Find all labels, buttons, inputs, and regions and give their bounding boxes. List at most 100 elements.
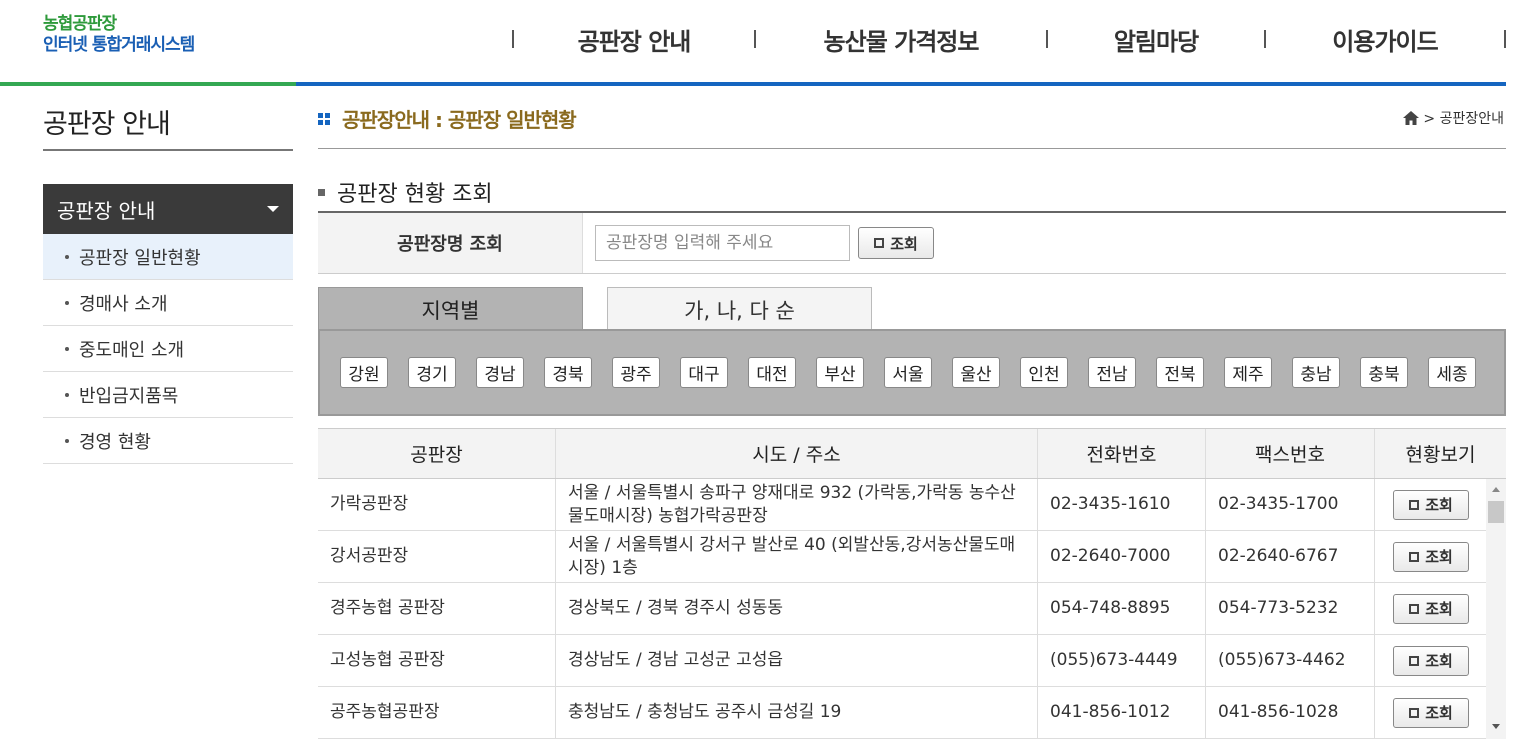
region-button[interactable]: 경남 [476, 357, 524, 388]
view-button[interactable]: 조회 [1393, 541, 1469, 572]
header-bar-green [0, 82, 296, 86]
nav-item-guide[interactable]: 이용가이드 [1266, 22, 1504, 57]
table-row: 고성농협 공판장 경상남도 / 경남 고성군 고성읍 (055)673-4449… [318, 635, 1506, 687]
search-button[interactable]: 조회 [858, 227, 934, 259]
search-button-icon [874, 238, 885, 248]
region-button[interactable]: 강원 [340, 357, 388, 388]
search-box: 공판장명 조회 조회 [318, 211, 1506, 274]
sidebar-item-auctioneer[interactable]: 경매사 소개 [43, 280, 293, 326]
sidebar-title: 공판장 안내 [43, 109, 171, 140]
region-button[interactable]: 대전 [748, 357, 796, 388]
bullet-icon [65, 392, 69, 397]
sidebar-item-label: 반입금지품목 [79, 385, 179, 407]
view-button[interactable]: 조회 [1393, 697, 1469, 728]
cell-phone: 02-2640-7000 [1038, 531, 1206, 582]
nav-item-notice[interactable]: 알림마당 [1048, 22, 1264, 57]
region-filter: 강원 경기 경남 경북 광주 대구 대전 부산 서울 울산 인천 전남 전북 제… [318, 329, 1506, 416]
cell-fax: 02-2640-6767 [1206, 531, 1375, 582]
content-divider [318, 148, 1506, 149]
cell-phone: 041-856-1012 [1038, 687, 1206, 738]
cell-fax: 054-773-5232 [1206, 583, 1375, 634]
region-button[interactable]: 서울 [884, 357, 932, 388]
col-header-address: 시도 / 주소 [556, 429, 1038, 478]
breadcrumb-current[interactable]: > 공판장안내 [1423, 108, 1504, 128]
section-title: 공판장 현황 조회 [318, 176, 493, 208]
view-button-icon [1409, 499, 1420, 510]
page-title: 공판장안내 : 공판장 일반현황 [318, 104, 577, 133]
search-label: 공판장명 조회 [318, 213, 583, 273]
sidebar-item-general-status[interactable]: 공판장 일반현황 [43, 234, 293, 280]
search-input[interactable] [595, 225, 850, 261]
table-row: 강서공판장 서울 / 서울특별시 강서구 발산로 40 (외발산동,강서농산물도… [318, 531, 1506, 583]
cell-address: 서울 / 서울특별시 송파구 양재대로 932 (가락동,가락동 농수산물도매시… [556, 479, 1038, 530]
section-bullet-icon [318, 188, 325, 196]
home-icon[interactable] [1403, 111, 1420, 125]
scroll-up-icon[interactable] [1492, 487, 1500, 492]
sidebar-item-label: 공판장 일반현황 [79, 247, 201, 269]
scroll-down-icon[interactable] [1492, 724, 1500, 729]
sidebar-title-divider [43, 149, 293, 151]
cell-address: 서울 / 서울특별시 강서구 발산로 40 (외발산동,강서농산물도매시장) 1… [556, 531, 1038, 582]
sidebar-item-label: 경영 현황 [79, 431, 151, 453]
table-row: 경주농협 공판장 경상북도 / 경북 경주시 성동동 054-748-8895 … [318, 583, 1506, 635]
sidebar-item-management[interactable]: 경영 현황 [43, 418, 293, 464]
nav-divider [1504, 30, 1506, 48]
cell-market: 경주농협 공판장 [318, 583, 556, 634]
table-scrollbar[interactable] [1486, 479, 1506, 739]
region-button[interactable]: 경기 [408, 357, 456, 388]
bullet-icon [65, 438, 69, 443]
table-row: 공주농협공판장 충청남도 / 충청남도 공주시 금성길 19 041-856-1… [318, 687, 1506, 739]
cell-market: 고성농협 공판장 [318, 635, 556, 686]
view-button[interactable]: 조회 [1393, 593, 1469, 624]
cell-fax: 02-3435-1700 [1206, 479, 1375, 530]
cell-address: 충청남도 / 충청남도 공주시 금성길 19 [556, 687, 1038, 738]
header-bar-blue [296, 82, 1506, 86]
search-field-wrap: 조회 [583, 213, 934, 273]
cell-market: 공주농협공판장 [318, 687, 556, 738]
search-button-label: 조회 [890, 234, 918, 253]
sidebar-item-banned-items[interactable]: 반입금지품목 [43, 372, 293, 418]
main-nav: 공판장 안내 농산물 가격정보 알림마당 이용가이드 [480, 22, 1506, 56]
region-button[interactable]: 전남 [1088, 357, 1136, 388]
region-button[interactable]: 세종 [1428, 357, 1476, 388]
cell-phone: (055)673-4449 [1038, 635, 1206, 686]
logo-line1: 농협공판장 [43, 14, 117, 34]
sidebar-item-wholesaler[interactable]: 중도매인 소개 [43, 326, 293, 372]
region-button[interactable]: 울산 [952, 357, 1000, 388]
col-header-market: 공판장 [318, 429, 556, 478]
view-button-icon [1409, 603, 1420, 614]
region-button[interactable]: 광주 [612, 357, 660, 388]
scrollbar-thumb[interactable] [1488, 501, 1504, 523]
section-title-text: 공판장 현황 조회 [337, 182, 493, 207]
region-button[interactable]: 경북 [544, 357, 592, 388]
view-button[interactable]: 조회 [1393, 489, 1469, 520]
sidebar-menu-head[interactable]: 공판장 안내 [43, 184, 293, 234]
breadcrumb: > 공판장안내 [1403, 108, 1504, 128]
nav-item-price-info[interactable]: 농산물 가격정보 [756, 22, 1046, 57]
table-row: 가락공판장 서울 / 서울특별시 송파구 양재대로 932 (가락동,가락동 농… [318, 479, 1506, 531]
sidebar-item-label: 중도매인 소개 [79, 339, 185, 361]
table-header: 공판장 시도 / 주소 전화번호 팩스번호 현황보기 [318, 428, 1506, 479]
region-button[interactable]: 제주 [1224, 357, 1272, 388]
col-header-phone: 전화번호 [1038, 429, 1206, 478]
tab-by-region[interactable]: 지역별 [318, 287, 583, 331]
page-title-text: 공판장안내 : 공판장 일반현황 [342, 108, 577, 132]
logo[interactable]: 농협공판장 인터넷 통합거래시스템 [43, 14, 195, 56]
bullet-icon [65, 254, 69, 259]
region-button[interactable]: 인천 [1020, 357, 1068, 388]
region-button[interactable]: 대구 [680, 357, 728, 388]
region-button[interactable]: 부산 [816, 357, 864, 388]
market-table: 공판장 시도 / 주소 전화번호 팩스번호 현황보기 가락공판장 서울 / 서울… [318, 428, 1506, 739]
cell-fax: 041-856-1028 [1206, 687, 1375, 738]
region-button[interactable]: 충북 [1360, 357, 1408, 388]
bullet-icon [65, 300, 69, 305]
region-button[interactable]: 충남 [1292, 357, 1340, 388]
tab-bar: 지역별 가, 나, 다 순 [318, 287, 1506, 331]
sidebar-item-label: 경매사 소개 [79, 293, 168, 315]
tab-by-alphabet[interactable]: 가, 나, 다 순 [607, 287, 872, 331]
sidebar-menu: 공판장 안내 공판장 일반현황 경매사 소개 중도매인 소개 반입금지품목 경영… [43, 184, 293, 464]
view-button[interactable]: 조회 [1393, 645, 1469, 676]
nav-item-market-info[interactable]: 공판장 안내 [514, 22, 754, 57]
region-button[interactable]: 전북 [1156, 357, 1204, 388]
cell-address: 경상북도 / 경북 경주시 성동동 [556, 583, 1038, 634]
